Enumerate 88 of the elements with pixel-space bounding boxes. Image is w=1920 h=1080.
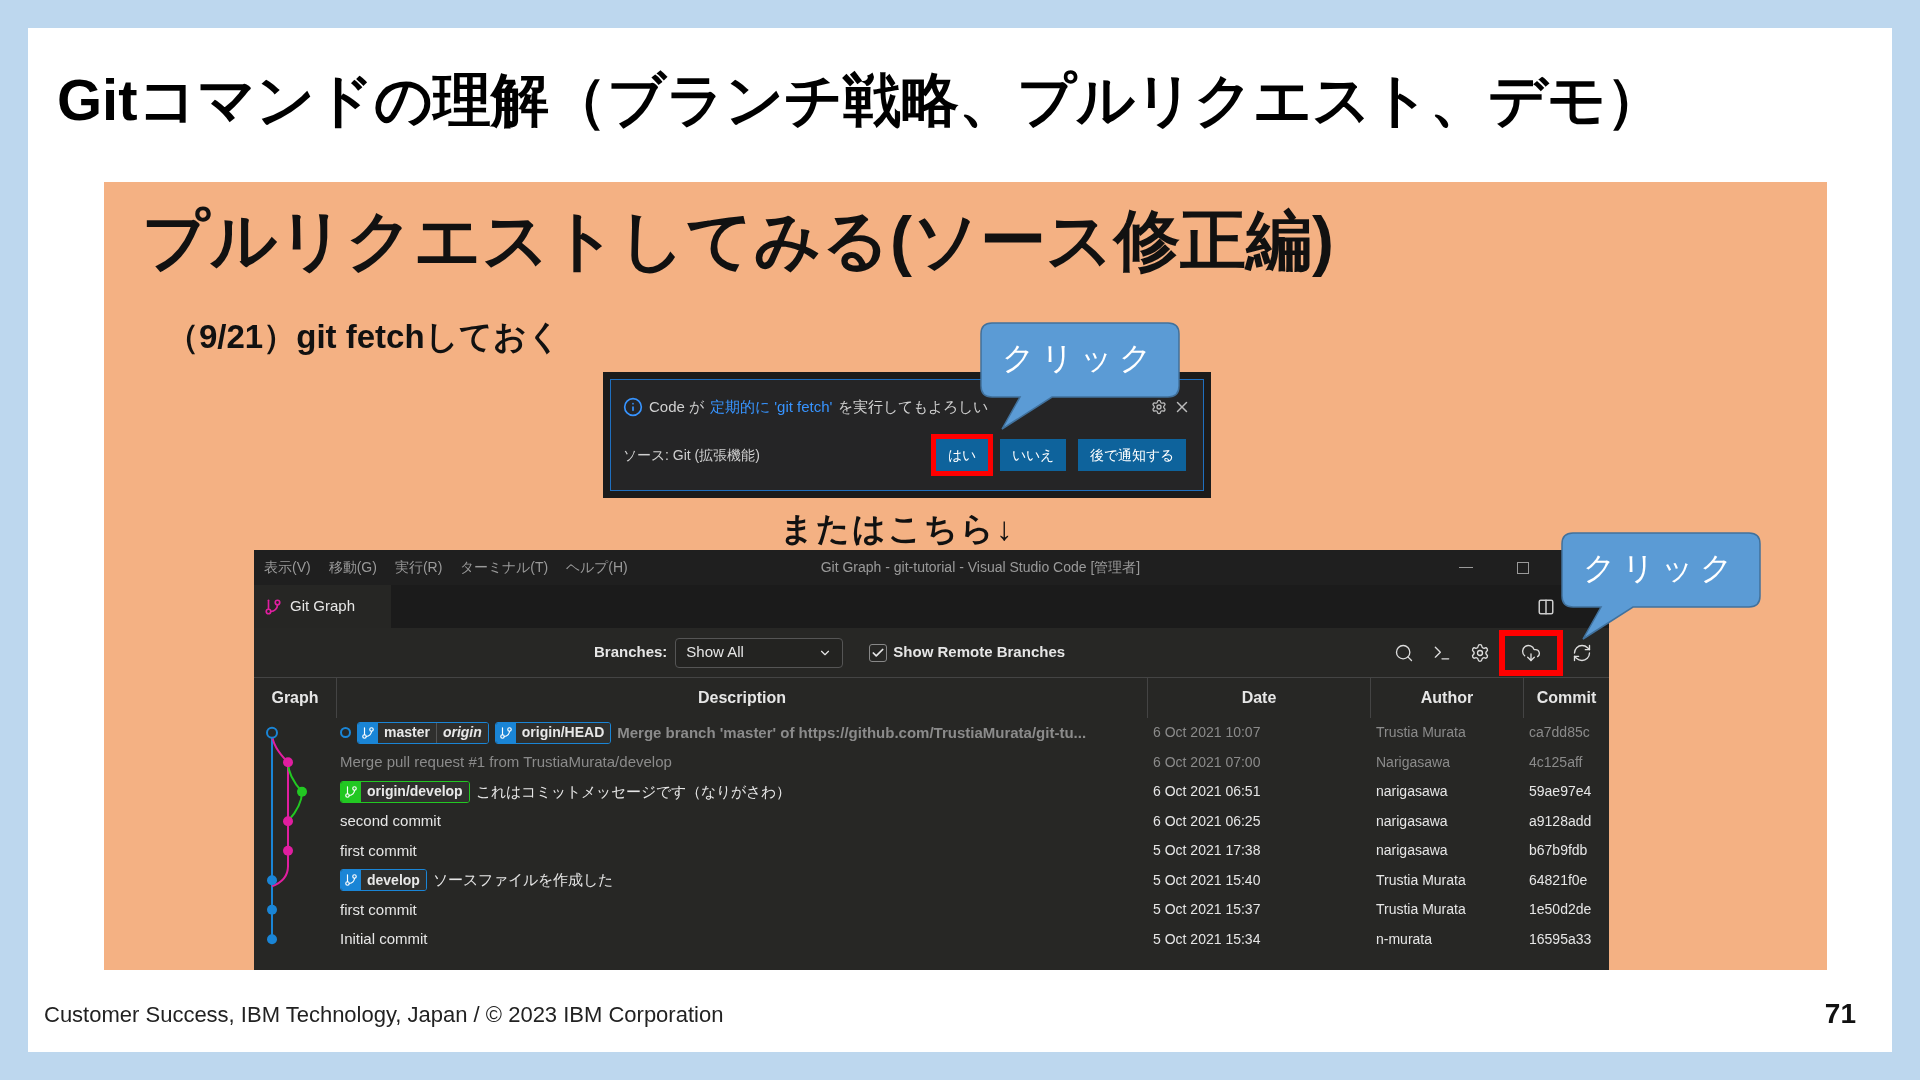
column-header[interactable]: Description bbox=[336, 678, 1147, 718]
remote-branches-checkbox[interactable]: Show Remote Branches bbox=[869, 641, 1066, 664]
branch-label[interactable]: origin/HEAD bbox=[494, 721, 612, 744]
commit-hash-cell-text: a9128add bbox=[1528, 811, 1593, 831]
commit-hash-cell-text: 59ae97e4 bbox=[1528, 782, 1593, 802]
search-icon[interactable] bbox=[1394, 642, 1414, 663]
git-graph-icon bbox=[264, 597, 282, 616]
author-cell-text: Narigasawa bbox=[1375, 752, 1451, 772]
source-text: ソース: Git (拡張機能) bbox=[623, 445, 761, 465]
message-text: を実行してもよろしい bbox=[838, 396, 989, 417]
commit-message: first commit bbox=[340, 840, 417, 861]
message-link[interactable]: 定期的に 'git fetch' bbox=[710, 395, 833, 419]
column-header[interactable]: Date bbox=[1147, 678, 1370, 718]
commit-message: Initial commit bbox=[340, 929, 428, 949]
commit-hash-cell-text: ca7dd85c bbox=[1528, 723, 1591, 743]
head-marker-icon bbox=[340, 727, 351, 739]
author-cell-text: Trustia Murata bbox=[1375, 870, 1467, 890]
date-cell-text: 5 Oct 2021 17:38 bbox=[1152, 841, 1262, 861]
branch-label[interactable]: origin/develop bbox=[340, 780, 470, 803]
commit-node bbox=[283, 757, 293, 768]
date-cell-text: 5 Oct 2021 15:34 bbox=[1152, 929, 1262, 949]
info-icon bbox=[623, 397, 643, 417]
settings-icon[interactable] bbox=[1151, 399, 1167, 415]
author-cell-text: n-murata bbox=[1375, 929, 1434, 949]
column-header[interactable]: Commit bbox=[1523, 678, 1609, 718]
commit-message: Merge pull request #1 from TrustiaMurata/develop bbox=[340, 752, 672, 772]
settings-icon[interactable] bbox=[1470, 642, 1490, 663]
commit-hash-cell-text: b67b9fdb bbox=[1528, 841, 1589, 861]
branch-icon bbox=[361, 725, 375, 740]
commit-node bbox=[267, 904, 277, 915]
slide-heading: プルリクエストしてみる(ソース修正編) bbox=[141, 202, 1335, 279]
step-text: （9/21）git fetchしておく bbox=[166, 317, 562, 357]
branch-label[interactable]: master origin bbox=[357, 721, 489, 744]
refresh-icon[interactable] bbox=[1572, 642, 1592, 663]
footer-text: Customer Success, IBM Technology, Japan / © 2023 IBM Corporation bbox=[44, 1000, 724, 1029]
author-cell-text: narigasawa bbox=[1375, 782, 1449, 802]
commit-hash-cell-text: 64821f0e bbox=[1528, 870, 1589, 890]
commit-message: これはコミットメッセージです（なりがさわ） bbox=[475, 781, 791, 802]
window-title: Git Graph - git-tutorial - Visual Studio Code [管理者] bbox=[820, 558, 1141, 577]
menu-item[interactable]: ヘルプ(H) bbox=[566, 557, 628, 578]
editor-tab[interactable]: Git Graph bbox=[254, 585, 391, 628]
commit-node bbox=[267, 934, 277, 945]
author-cell-text: Trustia Murata bbox=[1375, 723, 1467, 743]
page-number: 71 bbox=[1824, 997, 1856, 1031]
date-cell-text: 6 Oct 2021 06:25 bbox=[1152, 811, 1262, 831]
branch-icon bbox=[344, 784, 358, 799]
author-cell-text: narigasawa bbox=[1375, 811, 1449, 831]
branch-icon bbox=[344, 873, 358, 888]
commit-message: second commit bbox=[340, 811, 441, 831]
commit-hash-cell-text: 4c125aff bbox=[1528, 752, 1584, 772]
callout-text: クリック bbox=[1002, 339, 1158, 378]
commit-node bbox=[267, 875, 277, 886]
slide-title: Gitコマンドの理解（ブランチ戦略、プルリクエスト、デモ） bbox=[56, 66, 1665, 132]
author-cell-text: Trustia Murata bbox=[1375, 900, 1467, 920]
commit-node bbox=[283, 816, 293, 827]
commit-node bbox=[297, 786, 307, 797]
split-editor-icon[interactable] bbox=[1537, 597, 1555, 616]
column-header[interactable]: Graph bbox=[254, 678, 336, 718]
callout-text: クリック bbox=[1583, 549, 1739, 588]
commit-message: Merge branch 'master' of https://github.com/TrustiaMurata/git-tu... bbox=[617, 722, 1087, 743]
date-cell-text: 6 Oct 2021 07:00 bbox=[1152, 752, 1262, 772]
author-cell-text: narigasawa bbox=[1375, 841, 1449, 861]
branches-label: Branches: bbox=[594, 642, 668, 663]
date-cell-text: 6 Oct 2021 06:51 bbox=[1152, 782, 1262, 802]
date-cell-text: 5 Oct 2021 15:40 bbox=[1152, 870, 1262, 890]
dialog-button[interactable]: はい bbox=[936, 439, 988, 471]
menu-item[interactable]: 移動(G) bbox=[328, 557, 377, 578]
branch-label[interactable]: develop bbox=[340, 869, 427, 892]
menu-item[interactable]: ターミナル(T) bbox=[460, 557, 549, 578]
commit-node bbox=[283, 845, 293, 856]
menu-item[interactable]: 実行(R) bbox=[394, 557, 443, 578]
cloud-download-icon[interactable] bbox=[1521, 642, 1541, 663]
commit-message: ソースファイルを作成した bbox=[432, 870, 613, 890]
date-cell-text: 5 Oct 2021 15:37 bbox=[1152, 900, 1262, 920]
commit-node bbox=[266, 726, 278, 739]
commit-hash-cell-text: 16595a33 bbox=[1528, 929, 1593, 949]
commit-message: first commit bbox=[340, 899, 417, 920]
column-header[interactable]: Author bbox=[1370, 678, 1523, 718]
branches-dropdown[interactable]: Show All bbox=[675, 637, 844, 668]
alternative-text: またはこちら↓ bbox=[780, 509, 1016, 549]
dialog-button[interactable]: 後で通知する bbox=[1078, 439, 1186, 471]
menu-item[interactable]: 表示(V) bbox=[264, 557, 311, 578]
message-text: Code が bbox=[649, 396, 705, 417]
commit-hash-cell-text: 1e50d2de bbox=[1528, 900, 1593, 920]
dialog-button[interactable]: いいえ bbox=[1000, 439, 1066, 471]
branch-icon bbox=[498, 725, 513, 740]
date-cell-text: 6 Oct 2021 10:07 bbox=[1152, 723, 1262, 743]
maximize-icon[interactable] bbox=[1517, 561, 1529, 574]
